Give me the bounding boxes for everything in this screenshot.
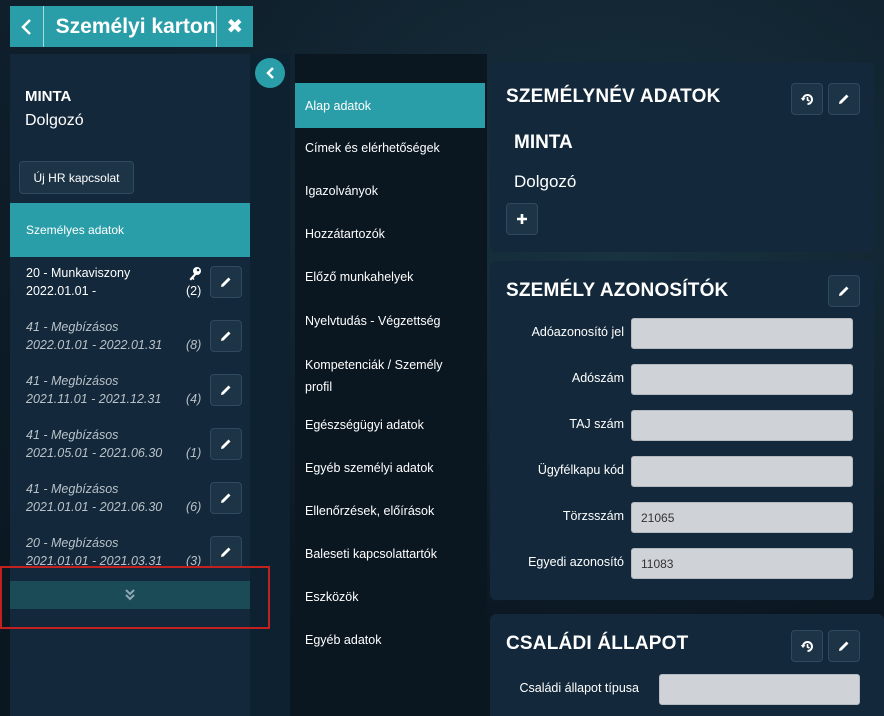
card-title: SZEMÉLY AZONOSÍTÓK [506, 280, 729, 301]
nav-item-alap-adatok[interactable]: Alap adatok [295, 83, 485, 128]
pencil-icon [839, 94, 849, 104]
relation-count: (8) [186, 338, 202, 352]
nav-item-nyelvtudas[interactable]: Nyelvtudás - Végzettség [295, 314, 485, 328]
nav-item-hozzatartozok[interactable]: Hozzátartozók [295, 227, 485, 241]
window-title: Személyi karton [55, 14, 216, 38]
pencil-icon [221, 385, 231, 395]
display-name: MINTA [514, 132, 573, 153]
relation-item[interactable]: 41 - Megbízásos 2021.01.01 - 2021.06.30 … [10, 482, 250, 536]
back-button[interactable] [10, 6, 44, 47]
nav-item-kompetenciak[interactable]: Kompetenciák / Személy profil [295, 354, 470, 398]
relation-edit-button[interactable] [210, 428, 242, 460]
pencil-icon [839, 286, 849, 296]
card-title: SZEMÉLYNÉV ADATOK [506, 86, 721, 107]
relation-title: 41 - Megbízásos [26, 482, 119, 496]
relation-dates: 2021.05.01 - 2021.06.30 [26, 446, 163, 460]
relation-item[interactable]: 20 - Megbízásos 2021.01.01 - 2021.03.31 … [10, 536, 250, 568]
client-gate-code-field[interactable] [631, 456, 853, 487]
relation-edit-button[interactable] [210, 374, 242, 406]
nav-item-eszkozok[interactable]: Eszközök [295, 590, 485, 604]
chevron-left-icon [266, 67, 274, 79]
relation-title: 41 - Megbízásos [26, 320, 119, 334]
personal-data-tab-label: Személyes adatok [26, 223, 125, 237]
pencil-icon [221, 439, 231, 449]
nav-item-egyeb-adatok[interactable]: Egyéb adatok [295, 633, 485, 647]
new-hr-relation-button[interactable]: Új HR kapcsolat [19, 161, 134, 194]
field-label: Egyedi azonosító [528, 555, 624, 569]
taj-number-field[interactable] [631, 410, 853, 441]
pencil-icon [221, 331, 231, 341]
person-name: MINTA [25, 88, 72, 105]
relation-count: (6) [186, 500, 202, 514]
relation-title: 41 - Megbízásos [26, 374, 119, 388]
field-label: TAJ szám [569, 417, 624, 431]
edit-button[interactable] [828, 83, 860, 115]
nav-item-egyeb-szemelyi[interactable]: Egyéb személyi adatok [295, 461, 485, 475]
nav-item-cimek[interactable]: Címek és elérhetőségek [295, 141, 485, 155]
relation-title: 20 - Munkaviszony [26, 266, 131, 280]
relation-item[interactable]: 41 - Megbízásos 2021.11.01 - 2021.12.31 … [10, 374, 250, 428]
nav-item-ellenorzesek[interactable]: Ellenőrzések, előírások [295, 504, 485, 518]
name-data-card: SZEMÉLYNÉV ADATOK MINTA Dolgozó [490, 62, 874, 252]
person-identifiers-card: SZEMÉLY AZONOSÍTÓK Adóazonosító jel Adós… [490, 261, 874, 600]
relation-count: (2) [186, 284, 202, 298]
family-status-card: CSALÁDI ÁLLAPOT Családi állapot típusa [490, 614, 884, 716]
history-button[interactable] [791, 83, 823, 115]
history-button[interactable] [791, 630, 823, 662]
field-label: Családi állapot típusa [519, 681, 639, 695]
nav-item-baleseti[interactable]: Baleseti kapcsolattartók [295, 547, 485, 561]
relation-item[interactable]: 41 - Megbízásos 2022.01.01 - 2022.01.31 … [10, 320, 250, 374]
nav-item-igazolvanyok[interactable]: Igazolványok [295, 184, 485, 198]
key-icon [189, 267, 201, 281]
relation-edit-button[interactable] [210, 482, 242, 514]
field-label: Adószám [571, 371, 624, 385]
nav-item-egeszsegugyi[interactable]: Egészségügyi adatok [295, 418, 485, 432]
display-role: Dolgozó [514, 172, 577, 191]
relation-dates: 2021.01.01 - 2021.06.30 [26, 500, 163, 514]
pencil-icon [221, 277, 231, 287]
nav-item-elozo-munkahelyek[interactable]: Előző munkahelyek [295, 270, 485, 284]
tax-number-field[interactable] [631, 364, 853, 395]
plus-icon [517, 214, 527, 224]
relation-title: 20 - Megbízásos [26, 536, 119, 550]
marital-status-field[interactable] [659, 674, 860, 705]
field-label: Adóazonosító jel [531, 325, 624, 339]
add-button[interactable] [506, 203, 538, 235]
relation-count: (1) [186, 446, 202, 460]
edit-button[interactable] [828, 630, 860, 662]
relation-edit-button[interactable] [210, 536, 242, 568]
window-titlebar: Személyi karton ✖ [10, 6, 253, 47]
pencil-icon [839, 641, 849, 651]
pencil-icon [221, 493, 231, 503]
field-label: Ügyfélkapu kód [537, 463, 624, 477]
relation-title: 41 - Megbízásos [26, 428, 119, 442]
field-label: Törzsszám [562, 509, 624, 523]
collapse-panel-button[interactable] [255, 58, 285, 88]
unique-id-field[interactable]: 11083 [631, 548, 853, 579]
relation-edit-button[interactable] [210, 320, 242, 352]
relation-edit-button[interactable] [210, 266, 242, 298]
relation-dates: 2021.11.01 - 2021.12.31 [26, 392, 162, 406]
person-role: Dolgozó [25, 112, 84, 129]
relation-dates: 2022.01.01 - 2022.01.31 [26, 338, 163, 352]
close-button[interactable]: ✖ [215, 6, 253, 47]
chevron-left-icon [21, 18, 32, 35]
highlight-annotation-box [0, 566, 270, 629]
personal-data-tab[interactable]: Személyes adatok [10, 203, 250, 257]
pencil-icon [221, 547, 231, 557]
history-icon [800, 93, 813, 105]
relation-item[interactable]: 41 - Megbízásos 2021.05.01 - 2021.06.30 … [10, 428, 250, 482]
relation-count: (4) [186, 392, 202, 406]
history-icon [800, 640, 813, 652]
registry-number-field[interactable]: 21065 [631, 502, 853, 533]
close-icon: ✖ [226, 16, 244, 38]
card-title: CSALÁDI ÁLLAPOT [506, 633, 689, 654]
relation-item[interactable]: 20 - Munkaviszony 2022.01.01 - (2) [10, 266, 250, 320]
edit-button[interactable] [828, 275, 860, 307]
tax-id-field[interactable] [631, 318, 853, 349]
relation-dates: 2022.01.01 - [26, 284, 97, 298]
